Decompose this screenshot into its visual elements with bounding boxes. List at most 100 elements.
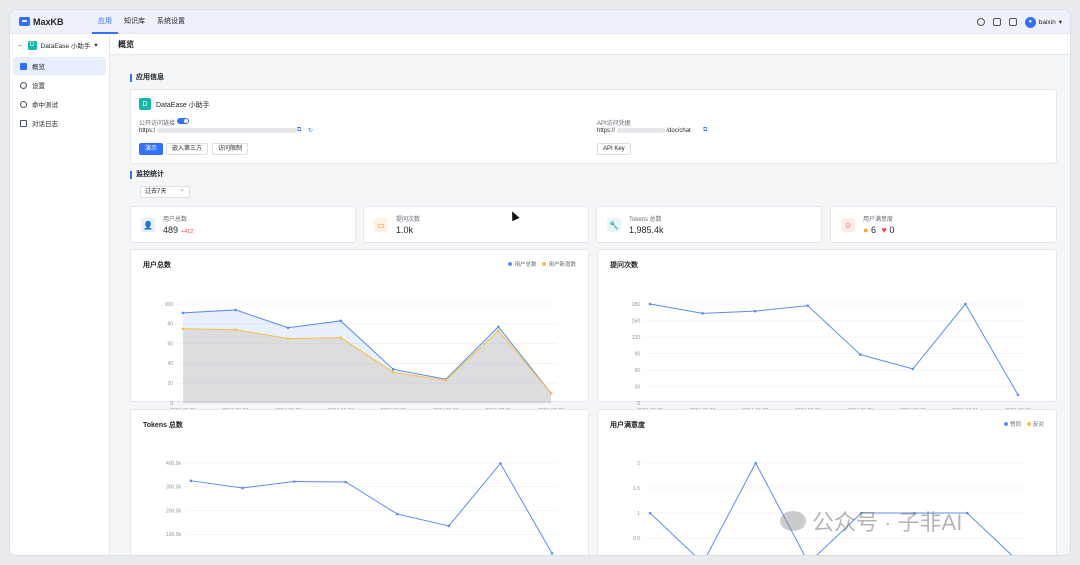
y-tick-label: 30 bbox=[634, 384, 640, 390]
watermark-text: 公众号 · 子非AI bbox=[812, 510, 963, 535]
questions-chart: 03060901201501802024-06-252024-06-262024… bbox=[632, 302, 1031, 414]
sidebar-item-label: 对话日志 bbox=[32, 121, 58, 128]
public-link-label: 公开访问链接 bbox=[139, 121, 176, 127]
stat-delta: +412 bbox=[181, 229, 194, 235]
demo-button[interactable]: 演示 bbox=[139, 143, 164, 155]
data-point bbox=[395, 512, 399, 516]
smile-icon: ☺ bbox=[841, 218, 855, 232]
data-point bbox=[497, 325, 500, 329]
sidebar-item-hit-test[interactable]: 命中测试 bbox=[13, 95, 106, 113]
chat-icon: ▭ bbox=[374, 218, 388, 232]
chevron-down-icon: ▾ bbox=[1058, 19, 1062, 26]
nav-knowledge[interactable]: 知识库 bbox=[118, 10, 151, 34]
api-url[interactable]: https:// /doc/chat bbox=[597, 128, 691, 134]
app-selector[interactable]: ← D DataEase 小助手 ▾ bbox=[10, 34, 109, 56]
app-info-card: D DataEase 小助手 公开访问链接 https:/ ⧉ ↻ 演示 嵌入第… bbox=[130, 89, 1057, 164]
stat-card-satisfaction: ☺ 用户满意度 ● 6 ♥ 0 bbox=[830, 206, 1057, 243]
refresh-icon[interactable]: ↻ bbox=[308, 127, 313, 134]
data-point bbox=[286, 326, 290, 330]
y-tick-label: 40 bbox=[167, 361, 173, 367]
grid-icon bbox=[20, 62, 27, 70]
data-point bbox=[181, 327, 185, 331]
data-point bbox=[753, 309, 757, 313]
data-point bbox=[648, 302, 652, 306]
public-link-toggle[interactable] bbox=[177, 118, 189, 124]
top-right-tools: ● baixin ▾ bbox=[976, 10, 1062, 34]
data-point bbox=[858, 353, 862, 356]
sidebar-item-overview[interactable]: 概览 bbox=[13, 57, 106, 75]
redacted-url bbox=[157, 128, 298, 133]
logo[interactable]: MaxKB bbox=[19, 17, 89, 27]
wrench-icon: 🔧 bbox=[607, 218, 621, 232]
data-point bbox=[447, 524, 451, 528]
public-link[interactable]: https:/ bbox=[139, 128, 298, 135]
data-point bbox=[181, 311, 185, 315]
period-select[interactable]: 过去7天 bbox=[140, 185, 190, 198]
app-name: DataEase 小助手 bbox=[40, 43, 91, 50]
stat-card-questions: ▭ 提问次数 1.0k bbox=[363, 206, 589, 243]
like-icon: ● bbox=[863, 225, 869, 235]
app-badge: D bbox=[27, 40, 37, 50]
api-label: API访问凭据 bbox=[597, 121, 631, 127]
y-tick-label: 400.0k bbox=[166, 461, 182, 467]
y-tick-label: 80 bbox=[167, 322, 173, 328]
like-count: 6 bbox=[870, 225, 876, 235]
api-key-button[interactable]: API Key bbox=[597, 143, 631, 155]
stat-value: 1.0k bbox=[396, 225, 414, 235]
y-tick-label: 60 bbox=[167, 341, 173, 347]
target-icon bbox=[20, 100, 27, 108]
help-icon[interactable] bbox=[1008, 18, 1017, 26]
data-point bbox=[911, 367, 915, 371]
user-icon: 👤 bbox=[141, 218, 155, 232]
main-content: 概览 应用信息 D DataEase 小助手 公开访问链接 https:/ ⧉ … bbox=[110, 34, 1070, 555]
access-limit-button[interactable]: 访问限制 bbox=[212, 143, 249, 155]
sidebar-item-label: 概览 bbox=[32, 64, 45, 71]
sidebar-item-label: 设置 bbox=[32, 83, 45, 90]
y-tick-label: 150 bbox=[632, 318, 641, 324]
data-point bbox=[344, 480, 348, 484]
api-url-prefix: https:// bbox=[597, 128, 616, 135]
series-line bbox=[190, 462, 553, 554]
monitor-title: 监控统计 bbox=[130, 171, 164, 179]
embed-button[interactable]: 嵌入第三方 bbox=[166, 143, 209, 155]
data-point bbox=[806, 304, 810, 307]
username: baixin bbox=[1038, 18, 1056, 26]
series-area bbox=[183, 328, 551, 403]
stat-value: ● 6 ♥ 0 bbox=[863, 225, 894, 235]
y-tick-label: 60 bbox=[634, 368, 640, 374]
stat-label: Tokens 总数 bbox=[629, 217, 662, 223]
data-point bbox=[339, 319, 343, 323]
back-arrow-icon[interactable]: ← bbox=[17, 42, 24, 49]
y-tick-label: 100.0k bbox=[166, 532, 182, 538]
users-chart: 0204060801002024-06-252024-06-262024-06-… bbox=[165, 302, 564, 414]
user-menu[interactable]: ● baixin ▾ bbox=[1024, 16, 1062, 28]
nav-apps[interactable]: 应用 bbox=[92, 10, 118, 34]
data-point bbox=[550, 551, 554, 555]
y-tick-label: 200.0k bbox=[166, 508, 182, 514]
copy-icon[interactable]: ⧉ bbox=[297, 127, 301, 134]
app-badge: D bbox=[139, 98, 151, 110]
data-point bbox=[549, 391, 553, 395]
data-point bbox=[754, 461, 758, 465]
main-nav: 应用 知识库 系统设置 bbox=[92, 10, 191, 34]
nav-settings[interactable]: 系统设置 bbox=[151, 10, 191, 34]
y-tick-label: 300.0k bbox=[166, 485, 182, 491]
page-title: 概览 bbox=[110, 34, 1070, 55]
sidebar-item-settings[interactable]: 设置 bbox=[13, 76, 106, 94]
public-link-prefix: https:/ bbox=[139, 128, 156, 135]
stat-label: 用户满意度 bbox=[863, 217, 894, 223]
stat-card-users: 👤 用户总数 489 +412 bbox=[130, 206, 356, 243]
stat-label: 提问次数 bbox=[396, 217, 421, 223]
data-point bbox=[444, 378, 448, 382]
sidebar-item-chat-log[interactable]: 对话日志 bbox=[13, 114, 106, 132]
dislike-icon: ♥ bbox=[881, 225, 887, 235]
data-point bbox=[965, 511, 969, 515]
document-icon bbox=[20, 119, 27, 127]
data-point bbox=[701, 312, 704, 315]
series-line bbox=[649, 303, 1019, 396]
copy-icon[interactable]: ⧉ bbox=[703, 127, 707, 134]
redacted-url bbox=[616, 128, 665, 133]
github-icon[interactable] bbox=[976, 18, 985, 26]
docs-icon[interactable] bbox=[992, 18, 1001, 26]
logo-text: MaxKB bbox=[33, 16, 64, 27]
